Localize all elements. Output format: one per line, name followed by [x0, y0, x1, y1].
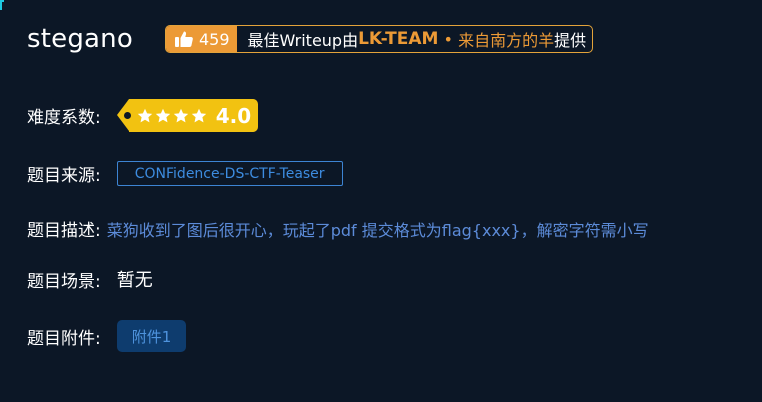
description-row: 题目描述: 菜狗收到了图后很开心，玩起了pdf 提交格式为flag{xxx}，解… [27, 216, 649, 242]
writeup-suffix: 提供 [554, 31, 587, 50]
writeup-team[interactable]: LK-TEAM [358, 29, 438, 49]
corner-accent [0, 0, 4, 10]
source-tag[interactable]: CONFidence-DS-CTF-Teaser [116, 161, 343, 186]
difficulty-stars [137, 108, 207, 124]
difficulty-label: 难度系数: [27, 108, 101, 128]
scene-row: 题目场景: 暂无 [27, 266, 153, 292]
like-button[interactable]: 459 [166, 26, 237, 52]
scene-value: 暂无 [116, 270, 153, 291]
star-icon [137, 108, 152, 122]
writeup-separator: • [438, 29, 459, 49]
difficulty-tag: 4.0 [116, 99, 259, 132]
tag-hole [123, 112, 131, 119]
attachment-row: 题目附件: 附件1 [27, 320, 187, 352]
best-writeup-badge[interactable]: 459 最佳Writeup由 LK-TEAM • 来自南方的羊 提供 [165, 25, 594, 53]
star-icon [191, 108, 206, 122]
source-row: 题目来源: CONFidence-DS-CTF-Teaser [27, 161, 343, 186]
writeup-prefix: 最佳Writeup由 [247, 31, 359, 50]
scene-label: 题目场景: [27, 271, 101, 292]
star-icon [173, 108, 188, 122]
attachment-label: 题目附件: [27, 328, 101, 349]
thumbs-up-icon [174, 30, 194, 48]
challenge-title: stegano [27, 24, 133, 54]
difficulty-rating: 4.0 [215, 103, 252, 128]
writeup-credit[interactable]: 最佳Writeup由 LK-TEAM • 来自南方的羊 提供 [237, 26, 593, 52]
description-text: 菜狗收到了图后很开心，玩起了pdf 提交格式为flag{xxx}，解密字符需小写 [106, 220, 649, 240]
source-label: 题目来源: [27, 166, 101, 186]
difficulty-row: 难度系数: 4.0 [27, 99, 259, 132]
description-label: 题目描述: [27, 221, 101, 241]
writeup-author[interactable]: 来自南方的羊 [458, 27, 554, 51]
star-icon [155, 108, 170, 122]
attachment-button[interactable]: 附件1 [116, 320, 187, 352]
like-count: 459 [199, 29, 230, 49]
